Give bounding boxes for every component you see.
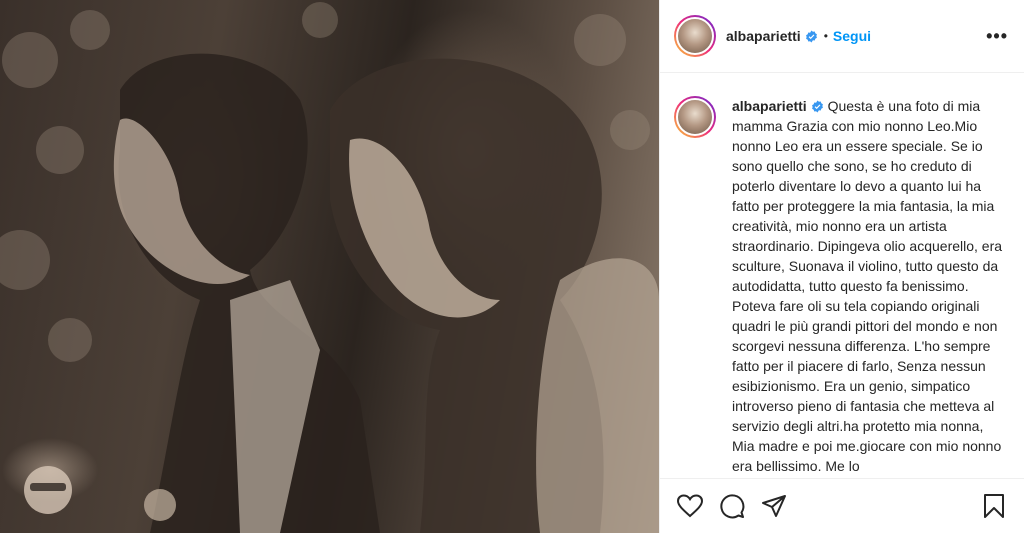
separator-dot: • (823, 29, 828, 43)
share-button[interactable] (760, 492, 788, 520)
caption-avatar[interactable] (674, 96, 716, 138)
follow-button[interactable]: Segui (833, 28, 871, 44)
paper-plane-icon (762, 495, 786, 517)
post-sidebar: albaparietti • Segui ••• albaparietti Qu… (659, 0, 1024, 533)
post-photo[interactable] (0, 0, 659, 533)
comments-area[interactable]: albaparietti Questa è una foto di mia ma… (660, 74, 1024, 478)
caption-text: albaparietti Questa è una foto di mia ma… (732, 96, 1008, 476)
avatar-image (676, 17, 714, 55)
bookmark-icon (984, 494, 1004, 518)
avatar[interactable] (674, 15, 716, 57)
post-header: albaparietti • Segui ••• (660, 0, 1024, 73)
username-link[interactable]: albaparietti (726, 28, 801, 44)
comment-icon (720, 494, 745, 519)
caption-verified-badge-icon (811, 100, 823, 113)
more-options-icon[interactable]: ••• (986, 26, 1008, 47)
comment-button[interactable] (718, 492, 746, 520)
photo-illustration (0, 2, 659, 533)
caption-comment: albaparietti Questa è una foto di mia ma… (674, 96, 1008, 476)
heart-icon (677, 494, 703, 518)
caption-username-link[interactable]: albaparietti (732, 98, 807, 114)
verified-badge-icon (805, 30, 817, 42)
action-bar (660, 478, 1024, 533)
save-button[interactable] (980, 492, 1008, 520)
like-button[interactable] (676, 492, 704, 520)
caption-body: Questa è una foto di mia mamma Grazia co… (732, 98, 1003, 474)
caption-avatar-image (676, 98, 714, 136)
